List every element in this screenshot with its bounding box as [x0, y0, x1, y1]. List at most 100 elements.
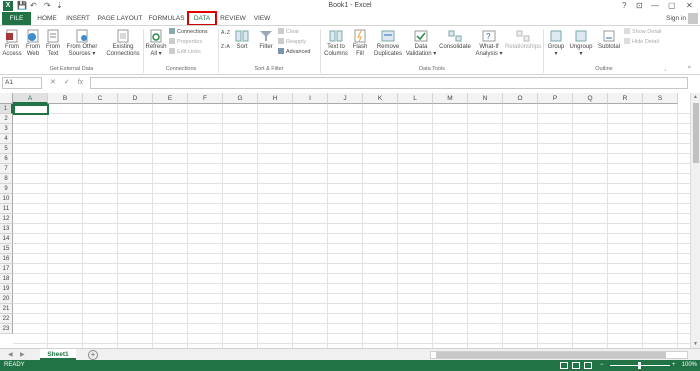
- subtotal-button[interactable]: Subtotal: [595, 29, 623, 51]
- row-header[interactable]: 20: [0, 294, 13, 304]
- hide-detail-button[interactable]: Hide Detail: [624, 38, 659, 46]
- dialog-launcher-icon[interactable]: ⌟: [664, 66, 666, 72]
- flash-fill-button[interactable]: Flash Fill: [350, 29, 370, 58]
- collapse-ribbon-icon[interactable]: ^: [688, 66, 691, 72]
- what-if-analysis-button[interactable]: ? What-If Analysis ▾: [473, 29, 505, 58]
- zoom-out-button[interactable]: −: [600, 360, 604, 371]
- vertical-scrollbar[interactable]: ▲ ▼: [690, 93, 700, 348]
- data-validation-button[interactable]: Data Validation ▾: [403, 29, 439, 58]
- show-detail-button[interactable]: Show Detail: [624, 28, 661, 36]
- text-to-columns-button[interactable]: Text to Columns: [322, 29, 350, 58]
- row-header[interactable]: 16: [0, 254, 13, 264]
- clear-button[interactable]: Clear: [278, 28, 299, 36]
- remove-duplicates-button[interactable]: Remove Duplicates: [370, 29, 406, 58]
- column-header[interactable]: H: [258, 93, 293, 104]
- from-other-sources-button[interactable]: From Other Sources ▾: [63, 29, 101, 58]
- row-header[interactable]: 13: [0, 224, 13, 234]
- page-break-view-icon[interactable]: [584, 362, 592, 369]
- row-header[interactable]: 3: [0, 124, 13, 134]
- row-header[interactable]: 19: [0, 284, 13, 294]
- tab-review[interactable]: REVIEW: [219, 12, 247, 25]
- column-header[interactable]: Q: [573, 93, 608, 104]
- normal-view-icon[interactable]: [560, 362, 568, 369]
- tab-page-layout[interactable]: PAGE LAYOUT: [96, 12, 144, 25]
- column-header[interactable]: L: [398, 93, 433, 104]
- filter-button[interactable]: Filter: [256, 29, 276, 51]
- close-icon[interactable]: ✕: [686, 0, 693, 12]
- ribbon-display-options-icon[interactable]: ⊡: [636, 0, 643, 12]
- existing-connections-button[interactable]: Existing Connections: [103, 29, 143, 58]
- tab-file[interactable]: FILE: [2, 12, 31, 25]
- column-header[interactable]: O: [503, 93, 538, 104]
- cancel-icon[interactable]: ✕: [50, 79, 56, 86]
- column-header[interactable]: J: [328, 93, 363, 104]
- enter-icon[interactable]: ✓: [64, 79, 70, 86]
- column-header[interactable]: B: [48, 93, 83, 104]
- column-header[interactable]: I: [293, 93, 328, 104]
- tab-formulas[interactable]: FORMULAS: [147, 12, 186, 25]
- from-access-button[interactable]: From Access: [1, 29, 23, 58]
- connections-button[interactable]: Connections: [169, 28, 208, 36]
- row-header[interactable]: 6: [0, 154, 13, 164]
- relationships-button[interactable]: Relationships: [504, 29, 542, 51]
- group-button[interactable]: Group ▾: [545, 29, 567, 58]
- sort-a-to-z-button[interactable]: A↓Z: [221, 29, 230, 37]
- cell-area[interactable]: [13, 104, 690, 348]
- column-header[interactable]: P: [538, 93, 573, 104]
- row-header[interactable]: 22: [0, 314, 13, 324]
- tab-home[interactable]: HOME: [34, 12, 60, 25]
- refresh-all-button[interactable]: Refresh All ▾: [144, 29, 168, 58]
- row-header[interactable]: 18: [0, 274, 13, 284]
- scroll-down-icon[interactable]: ▼: [693, 341, 698, 347]
- row-header[interactable]: 9: [0, 184, 13, 194]
- row-header[interactable]: 17: [0, 264, 13, 274]
- reapply-button[interactable]: Reapply: [278, 38, 306, 46]
- minimize-icon[interactable]: —: [651, 0, 659, 12]
- row-header[interactable]: 15: [0, 244, 13, 254]
- row-header[interactable]: 1: [0, 104, 13, 114]
- tab-view[interactable]: VIEW: [250, 12, 274, 25]
- avatar[interactable]: [688, 13, 698, 24]
- row-header[interactable]: 21: [0, 304, 13, 314]
- sort-button[interactable]: Sort: [232, 29, 252, 51]
- consolidate-button[interactable]: Consolidate: [437, 29, 473, 51]
- column-header[interactable]: E: [153, 93, 188, 104]
- column-header[interactable]: F: [188, 93, 223, 104]
- insert-function-icon[interactable]: fx: [78, 79, 83, 86]
- zoom-slider-knob[interactable]: [638, 362, 641, 369]
- new-sheet-button[interactable]: +: [88, 350, 98, 360]
- column-header[interactable]: N: [468, 93, 503, 104]
- scroll-up-icon[interactable]: ▲: [693, 94, 698, 100]
- row-header[interactable]: 10: [0, 194, 13, 204]
- column-header[interactable]: C: [83, 93, 118, 104]
- advanced-button[interactable]: Advanced: [278, 48, 310, 56]
- page-layout-view-icon[interactable]: [572, 362, 580, 369]
- help-icon[interactable]: ?: [622, 0, 626, 12]
- row-header[interactable]: 4: [0, 134, 13, 144]
- sheet-tab[interactable]: Sheet1: [40, 349, 76, 360]
- from-text-button[interactable]: From Text: [43, 29, 63, 58]
- from-web-button[interactable]: From Web: [23, 29, 43, 58]
- column-header[interactable]: A: [13, 93, 48, 104]
- column-header[interactable]: R: [608, 93, 643, 104]
- edit-links-button[interactable]: Edit Links: [169, 48, 201, 56]
- row-header[interactable]: 2: [0, 114, 13, 124]
- name-box[interactable]: A1: [2, 77, 42, 89]
- formula-input[interactable]: [90, 77, 688, 89]
- horizontal-scroll-thumb[interactable]: [436, 352, 666, 358]
- select-all-button[interactable]: [0, 93, 13, 104]
- zoom-in-button[interactable]: +: [672, 360, 676, 371]
- zoom-level[interactable]: 100%: [682, 360, 697, 371]
- column-header[interactable]: M: [433, 93, 468, 104]
- tab-data[interactable]: DATA: [187, 11, 217, 26]
- properties-button[interactable]: Properties: [169, 38, 202, 46]
- row-header[interactable]: 11: [0, 204, 13, 214]
- tab-insert[interactable]: INSERT: [63, 12, 93, 25]
- column-header[interactable]: D: [118, 93, 153, 104]
- row-header[interactable]: 14: [0, 234, 13, 244]
- row-header[interactable]: 12: [0, 214, 13, 224]
- row-header[interactable]: 7: [0, 164, 13, 174]
- ungroup-button[interactable]: Ungroup ▾: [567, 29, 595, 58]
- sign-in-link[interactable]: Sign in: [666, 12, 686, 25]
- scroll-thumb[interactable]: [693, 103, 699, 163]
